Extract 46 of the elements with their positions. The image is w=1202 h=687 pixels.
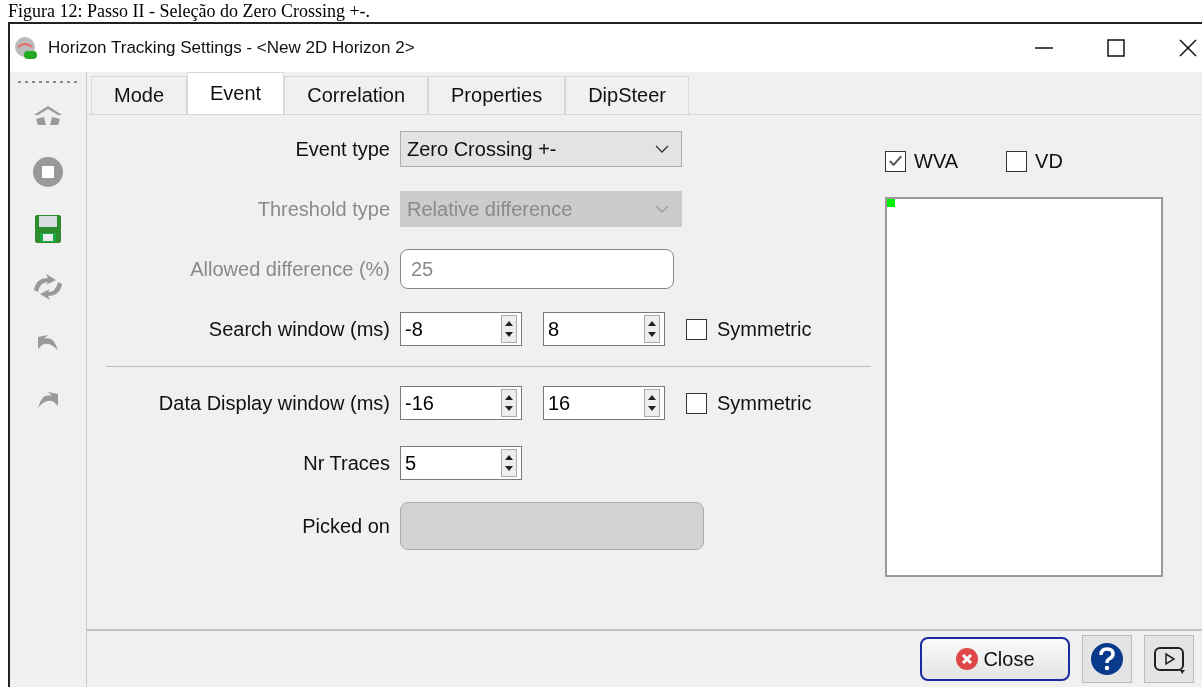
tab[interactable]: Correlation (284, 76, 428, 114)
checkbox[interactable] (686, 318, 707, 340)
chevron-down-icon (655, 145, 669, 153)
spin-box[interactable]: 16 (543, 386, 665, 420)
checkbox[interactable] (885, 150, 906, 172)
checkbox-label: Symmetric (717, 317, 812, 341)
figure-caption: Figura 12: Passo II - Seleção do Zero Crossing +-. (7, 0, 372, 22)
spinner-arrows-icon[interactable] (501, 449, 517, 477)
tab[interactable]: Mode (91, 76, 188, 114)
maximize-icon[interactable] (1106, 38, 1126, 58)
field-label: Allowed difference (%) (189, 257, 391, 281)
close-icon[interactable] (1178, 38, 1198, 58)
chevron-down-icon (655, 205, 669, 213)
field-label: Threshold type (256, 197, 391, 221)
tab[interactable]: Event (187, 72, 285, 114)
checkbox-label: Symmetric (717, 391, 812, 415)
picked-on-field[interactable] (400, 502, 704, 550)
play-box-button[interactable] (1144, 635, 1194, 683)
spinner-arrows-icon[interactable] (644, 389, 660, 417)
field-label: Search window (ms) (207, 317, 391, 341)
window-title: Horizon Tracking Settings - <New 2D Horizon 2> (48, 38, 415, 58)
checkbox[interactable] (686, 392, 707, 414)
spinner-arrows-icon[interactable] (644, 315, 660, 343)
tab[interactable]: Properties (428, 76, 566, 114)
checkbox-label: WVA (914, 149, 959, 173)
spin-box[interactable]: 8 (543, 312, 665, 346)
spin-box[interactable]: -16 (400, 386, 522, 420)
spinner-arrows-icon[interactable] (501, 389, 517, 417)
dropdown[interactable]: Zero Crossing +- (400, 131, 682, 167)
field-label: Picked on (301, 514, 391, 538)
toolbar-grip-icon[interactable] (18, 80, 78, 84)
field-label: Event type (294, 137, 391, 161)
spin-box[interactable]: -8 (400, 312, 522, 346)
checkbox-label: VD (1035, 149, 1063, 173)
spinner-arrows-icon[interactable] (501, 315, 517, 343)
spin-box[interactable]: 5 (400, 446, 522, 480)
checkbox[interactable] (1006, 150, 1028, 172)
close-circle-icon (955, 647, 980, 671)
close-button[interactable]: Close (920, 637, 1070, 681)
field-label: Nr Traces (302, 451, 391, 475)
help-button[interactable] (1082, 635, 1132, 683)
question-mark-icon (1090, 642, 1124, 676)
marker-square-icon (887, 199, 895, 207)
app-logo-icon (14, 36, 38, 60)
tab[interactable]: DipSteer (565, 76, 689, 114)
field-label: Data Display window (ms) (157, 391, 391, 415)
